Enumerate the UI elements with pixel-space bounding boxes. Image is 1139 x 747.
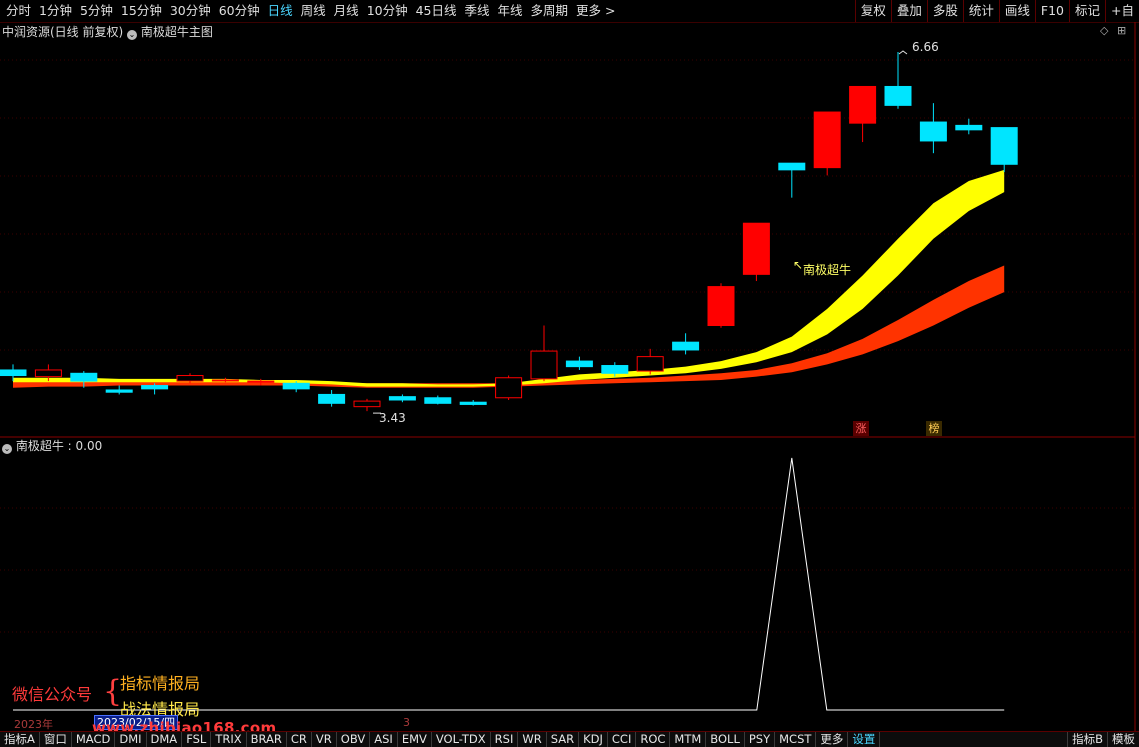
watermark-left: 微信公众号 [12, 685, 93, 704]
chart-canvas [0, 22, 1136, 731]
indicator-tab[interactable]: VR [312, 732, 337, 747]
indicator-tab[interactable]: 模板 [1107, 732, 1139, 747]
page-number: 3 [403, 716, 410, 729]
candle-body [990, 127, 1018, 165]
candle-body [601, 365, 629, 374]
indicator-tab[interactable]: DMI [115, 732, 147, 747]
candle-body [495, 377, 523, 399]
indicator-tab[interactable]: BRAR [247, 732, 287, 747]
high-price-label: 6.66 [912, 40, 939, 54]
bang-badge[interactable]: 榜 [926, 421, 942, 436]
candle-body [141, 385, 169, 390]
candle-body [636, 356, 664, 372]
candle-body [424, 397, 452, 404]
sub-chart-header: ⌄ 南极超牛 : 0.00 [2, 439, 103, 454]
indicator-tab[interactable]: 设置 [848, 732, 881, 747]
candle-body [176, 375, 204, 382]
indicator-tab[interactable]: RSI [491, 732, 519, 747]
indicator-tabs-right: 指标B 模板 [1067, 732, 1139, 747]
indicator-tab[interactable]: ROC [636, 732, 671, 747]
indicator-tab[interactable]: MTM [670, 732, 707, 747]
candle-body [318, 393, 346, 404]
indicator-tab[interactable]: BOLL [706, 732, 745, 747]
indicator-bands [13, 169, 1005, 388]
candle-body [672, 341, 700, 351]
indicator-tab[interactable]: TRIX [211, 732, 247, 747]
candle-body [105, 389, 133, 393]
indicator-tab[interactable]: VOL-TDX [432, 732, 491, 747]
candle-body [778, 162, 806, 171]
candle-body [388, 396, 416, 401]
candle-body [849, 85, 877, 124]
indicator-tab[interactable]: WR [518, 732, 547, 747]
candle-body [813, 111, 841, 169]
indicator-tab[interactable]: EMV [398, 732, 432, 747]
indicator-tab[interactable]: PSY [745, 732, 776, 747]
indicator-tab[interactable]: MCST [775, 732, 817, 747]
candle-body [884, 85, 912, 106]
candle-body [70, 372, 98, 382]
candle-body [459, 401, 487, 405]
candle-body [742, 222, 770, 275]
indicator-tab[interactable]: CCI [608, 732, 637, 747]
candle-body [211, 379, 239, 382]
chevron-down-icon[interactable]: ⌄ [2, 444, 12, 454]
candle-body [282, 382, 310, 390]
candle-body [0, 369, 27, 377]
year-label: 2023年 [14, 718, 53, 731]
candle-body [565, 360, 593, 368]
candle-body [247, 380, 275, 383]
indicator-tab[interactable]: 指标A [0, 732, 40, 747]
indicator-tabs: 指标A 窗口 MACD DMI DMA FSL TRIX BRAR CR VR OBV ASI EMV V… [0, 732, 881, 747]
indicator-tab[interactable]: 窗口 [40, 732, 72, 747]
indicator-tab[interactable]: SAR [547, 732, 580, 747]
indicator-tab[interactable]: 指标B [1067, 732, 1107, 747]
sub-chart-title[interactable]: 南极超牛 [16, 439, 64, 453]
indicator-tab[interactable]: ASI [370, 732, 398, 747]
indicator-tab-bar: 指标A 窗口 MACD DMI DMA FSL TRIX BRAR CR VR OBV ASI EMV V… [0, 731, 1139, 747]
watermark-line1: 指标情报局 [120, 674, 201, 693]
indicator-tab[interactable]: OBV [337, 732, 371, 747]
grid-lines [0, 59, 1135, 633]
indicator-tab[interactable]: CR [287, 732, 312, 747]
candle-body [353, 400, 381, 408]
arrow-icon: ↖ [793, 258, 804, 272]
zhang-badge[interactable]: 涨 [853, 421, 869, 436]
candles [0, 52, 1018, 412]
candle-body [955, 124, 983, 131]
candle-body [919, 121, 947, 142]
signal-label: 南极超牛 [803, 263, 852, 277]
indicator-tab[interactable]: FSL [182, 732, 212, 747]
indicator-tab[interactable]: MACD [72, 732, 116, 747]
indicator-tab[interactable]: 更多 [816, 732, 849, 747]
candle-body [530, 350, 558, 380]
candle-body [34, 369, 62, 378]
indicator-tab[interactable]: KDJ [579, 732, 608, 747]
low-price-label: 3.43 [379, 411, 406, 425]
candle-body [707, 286, 735, 326]
sub-chart-value: 0.00 [75, 439, 103, 453]
high-marker [898, 50, 908, 55]
indicator-tab[interactable]: DMA [147, 732, 183, 747]
